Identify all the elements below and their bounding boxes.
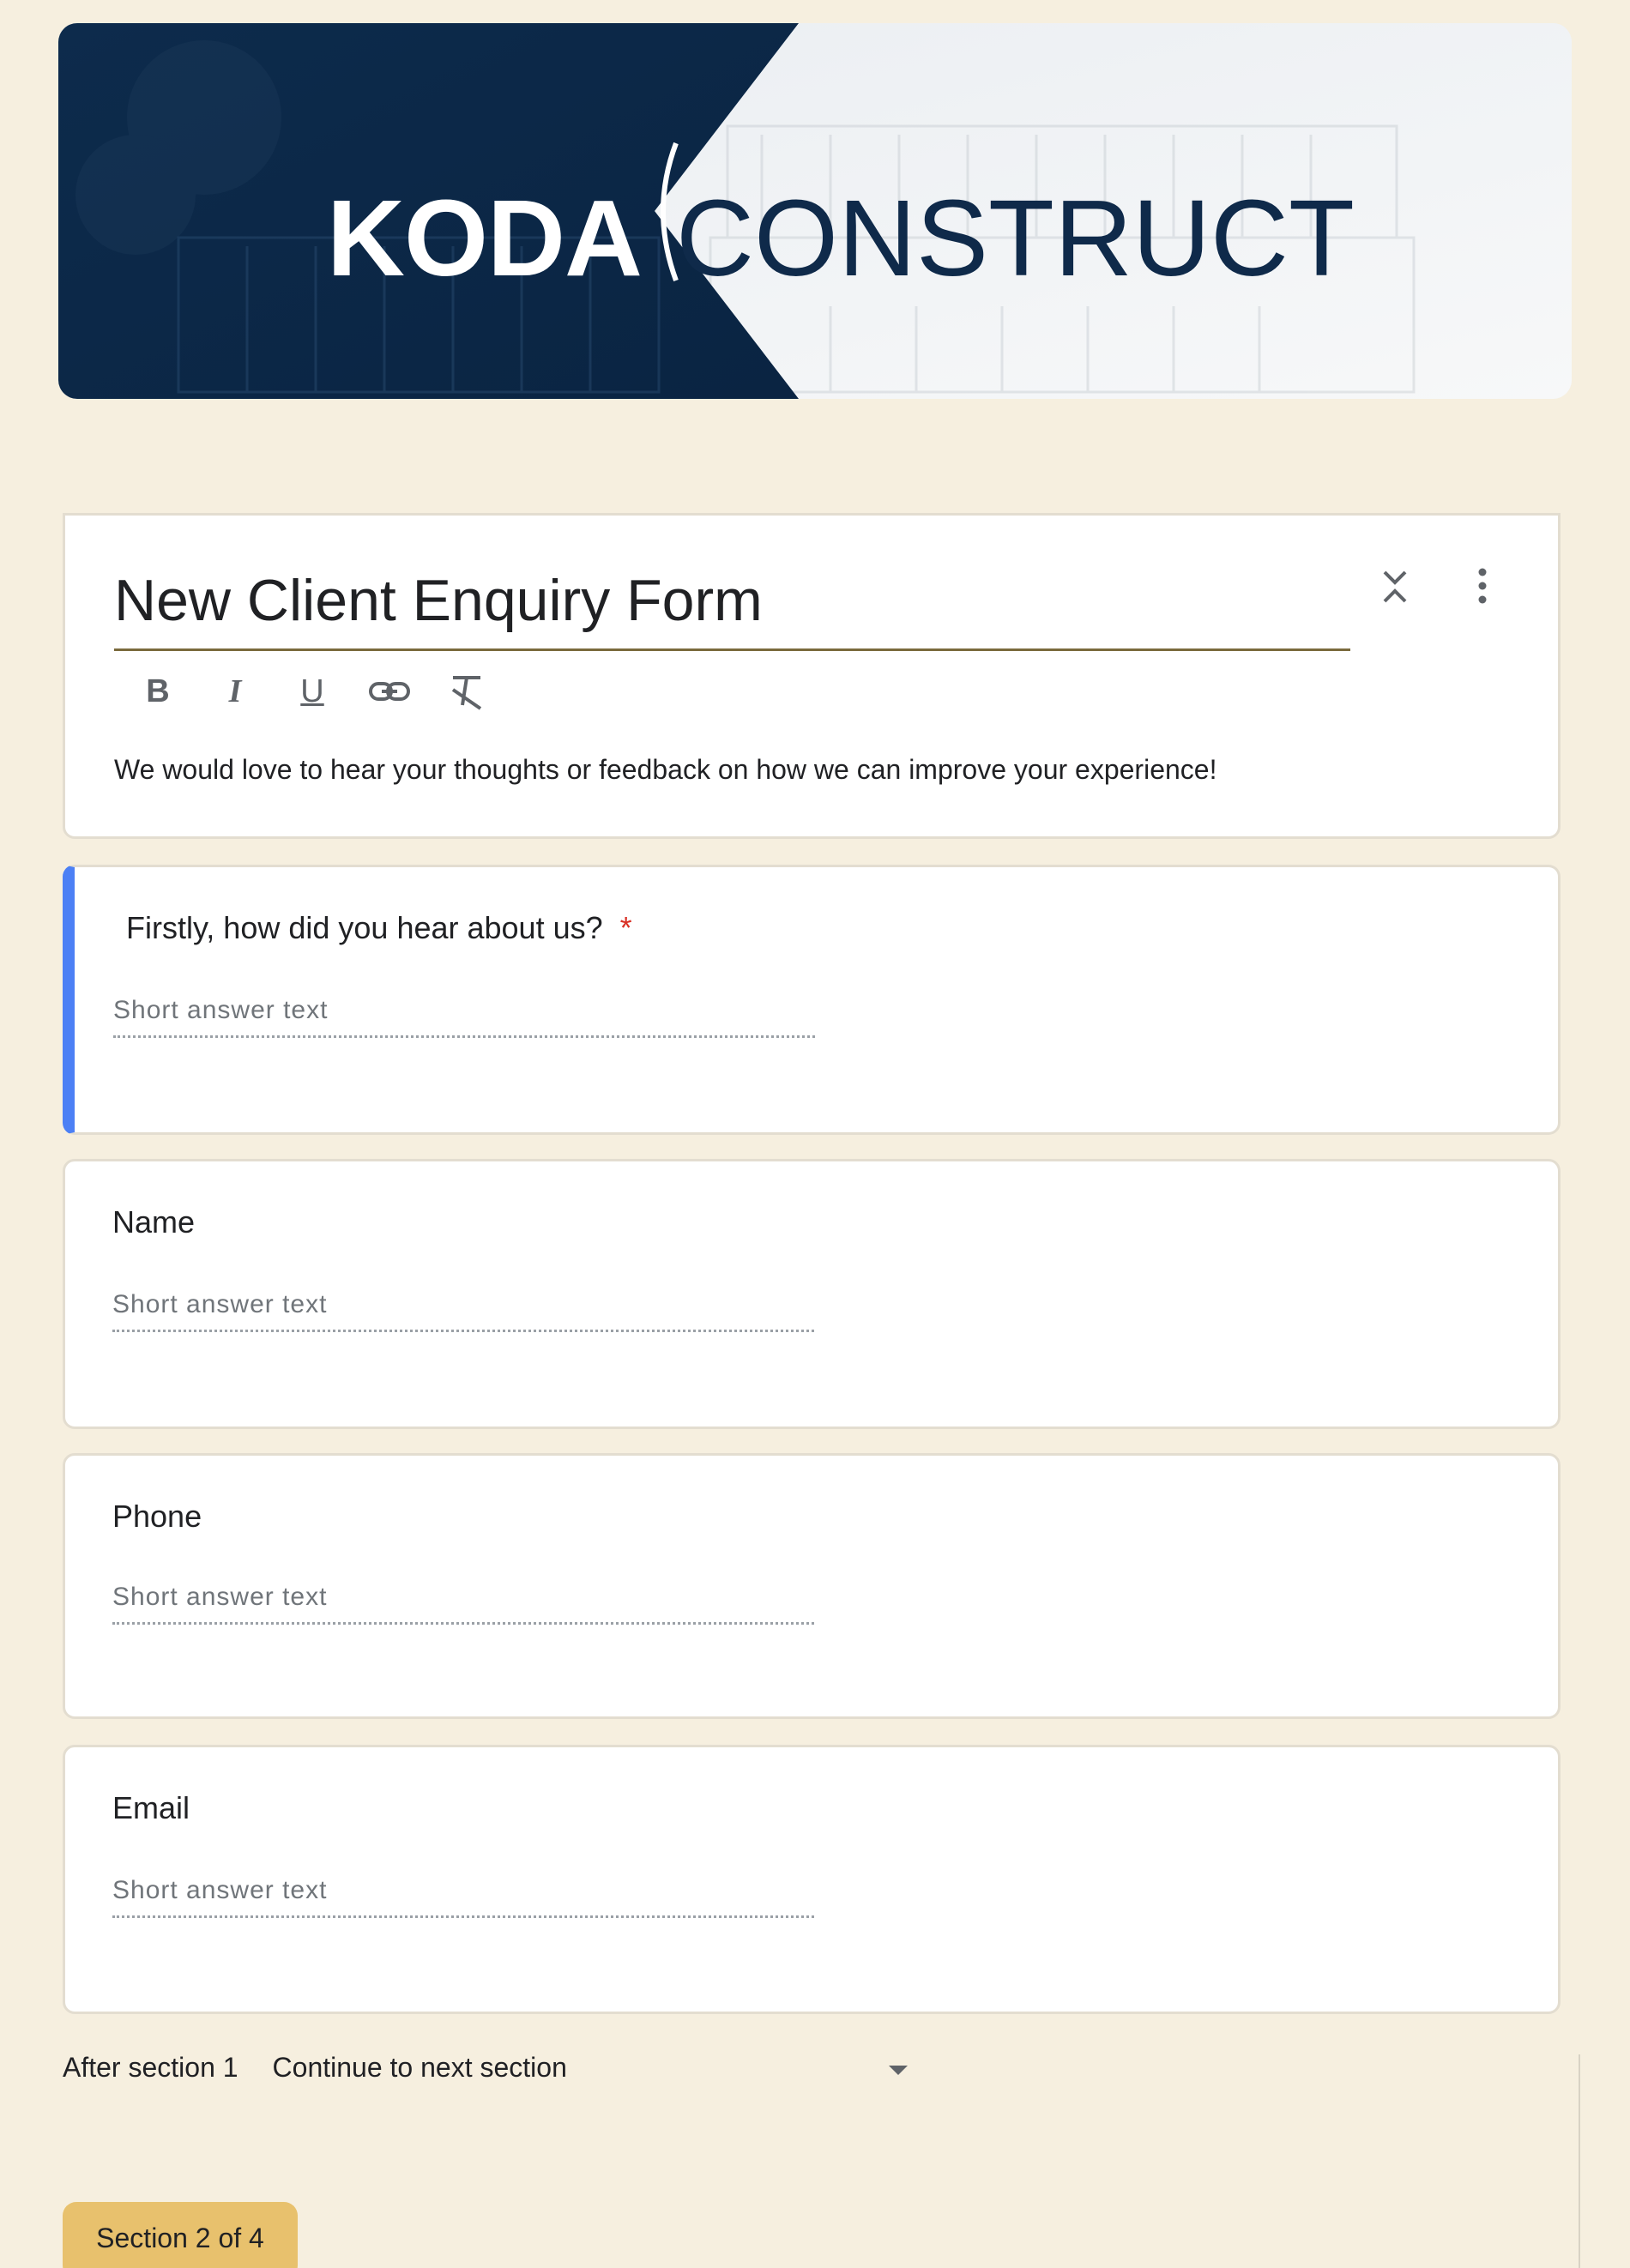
question-card-name[interactable]: Name Short answer text [63,1159,1561,1429]
collapse-icon[interactable] [1376,565,1414,608]
short-answer-placeholder: Short answer text [112,1876,814,1918]
link-icon [369,682,410,701]
form-title[interactable]: New Client Enquiry Form [114,567,763,634]
header-banner: KODA CONSTRUCT [58,23,1572,399]
required-asterisk: * [619,910,632,945]
short-answer-placeholder: Short answer text [113,996,815,1038]
italic-button[interactable]: I [211,667,259,715]
question-label: Phone [112,1499,202,1534]
question-label: Firstly, how did you hear about us? * [126,910,632,946]
question-card-email[interactable]: Email Short answer text [63,1745,1561,2014]
underline-button[interactable]: U [288,667,336,715]
section-badge: Section 2 of 4 [63,2202,298,2268]
form-description[interactable]: We would love to hear your thoughts or f… [114,754,1216,786]
after-section-value: Continue to next section [272,2052,567,2083]
question-label: Name [112,1204,196,1240]
clear-formatting-button[interactable] [443,667,491,715]
more-vert-icon[interactable] [1470,565,1494,608]
short-answer-placeholder: Short answer text [112,1583,814,1625]
after-section-row: After section 1 Continue to next section [63,2052,908,2084]
question-text: Firstly, how did you hear about us? [126,910,603,945]
brand-koda-text: KODA [327,178,643,299]
after-section-label: After section 1 [63,2052,238,2083]
question-label: Email [112,1790,190,1825]
form-title-underline [114,648,1350,651]
question-card-hear-about-us[interactable]: Firstly, how did you hear about us? * Sho… [63,865,1561,1135]
link-button[interactable] [365,667,414,715]
section-divider-line [1579,2054,1580,2268]
short-answer-placeholder: Short answer text [112,1290,814,1332]
bold-button[interactable]: B [134,667,182,715]
clear-format-icon [451,676,482,710]
after-section-dropdown[interactable]: Continue to next section [273,2052,908,2084]
question-card-phone[interactable]: Phone Short answer text [63,1453,1561,1719]
form-header-card[interactable]: New Client Enquiry Form B I U We would l… [63,513,1561,839]
dropdown-arrow-icon [888,2066,908,2075]
text-format-toolbar: B I U [134,666,491,717]
brand-construct-text: CONSTRUCT [676,178,1355,299]
